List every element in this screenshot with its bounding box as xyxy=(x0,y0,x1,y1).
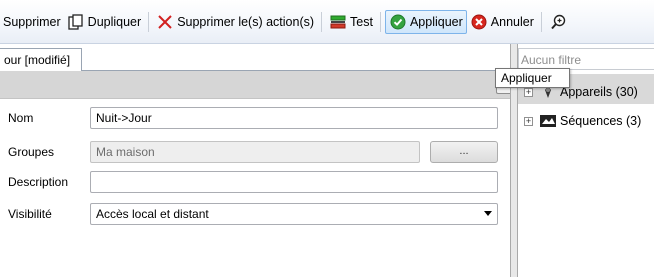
sequence-icon xyxy=(539,112,557,130)
toolbar-separator xyxy=(148,11,150,32)
tree-item-label: Séquences (3) xyxy=(560,114,642,128)
tab-label: our [modifié] xyxy=(4,53,71,67)
visibility-label: Visibilité xyxy=(8,206,52,221)
cancel-icon xyxy=(470,13,488,31)
test-icon xyxy=(329,13,347,31)
red-x-icon xyxy=(156,13,174,31)
cancel-button[interactable]: Annuler xyxy=(467,10,537,34)
test-button[interactable]: Test xyxy=(326,10,376,34)
zoom-icon xyxy=(549,13,567,31)
tree-item-label: Appareils (30) xyxy=(560,85,638,99)
groups-label: Groupes xyxy=(8,144,55,159)
delete-label: Supprimer xyxy=(3,14,61,29)
chevron-down-icon xyxy=(484,210,492,216)
filter-input[interactable]: Aucun filtre xyxy=(518,48,654,70)
groups-field: Ma maison xyxy=(90,140,420,163)
groups-browse-button[interactable]: ... xyxy=(430,140,498,163)
toolbar-separator xyxy=(321,11,323,32)
toolbar: Supprimer Dupliquer Supprimer le(s) acti… xyxy=(0,0,654,44)
delete-button[interactable]: Supprimer xyxy=(0,10,64,34)
name-field[interactable]: Nuit->Jour xyxy=(90,106,498,129)
cancel-label: Annuler xyxy=(490,14,534,29)
toolbar-separator xyxy=(379,11,381,32)
test-label: Test xyxy=(350,14,373,29)
zoom-button[interactable] xyxy=(546,10,573,34)
delete-actions-button[interactable]: Supprimer le(s) action(s) xyxy=(153,10,317,34)
description-field[interactable] xyxy=(90,170,498,193)
expand-icon[interactable]: + xyxy=(524,116,533,126)
toolbar-separator xyxy=(540,11,542,32)
document-tabstrip: our [modifié] xyxy=(0,44,510,72)
visibility-select[interactable]: Accès local et distant xyxy=(90,202,498,225)
description-label: Description xyxy=(8,174,69,189)
expand-icon[interactable]: + xyxy=(524,87,533,97)
visibility-value: Accès local et distant xyxy=(96,206,209,221)
apply-label: Appliquer xyxy=(409,14,463,29)
properties-form: Nom Nuit->Jour Groupes Ma maison ... Des… xyxy=(0,100,510,277)
apply-button[interactable]: Appliquer xyxy=(384,9,467,34)
apply-tooltip: Appliquer xyxy=(495,68,570,88)
name-label: Nom xyxy=(8,110,34,125)
green-check-icon xyxy=(389,13,407,31)
duplicate-label: Dupliquer xyxy=(87,14,142,29)
duplicate-icon xyxy=(67,13,85,31)
tree-item-sequences[interactable]: + Séquences (3) xyxy=(518,110,641,132)
delete-actions-label: Supprimer le(s) action(s) xyxy=(177,14,315,29)
panel-header xyxy=(0,71,510,99)
duplicate-button[interactable]: Dupliquer xyxy=(64,10,145,34)
tab-active[interactable]: our [modifié] xyxy=(0,48,82,72)
